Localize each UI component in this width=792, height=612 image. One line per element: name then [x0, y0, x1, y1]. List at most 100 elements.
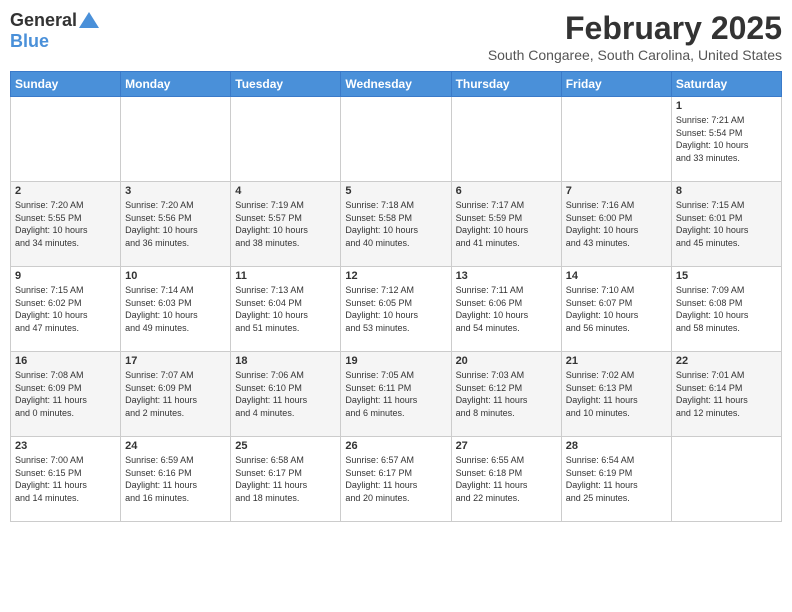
- day-info: Sunrise: 7:14 AM Sunset: 6:03 PM Dayligh…: [125, 284, 226, 334]
- calendar-cell: 8Sunrise: 7:15 AM Sunset: 6:01 PM Daylig…: [671, 182, 781, 267]
- calendar-cell: 19Sunrise: 7:05 AM Sunset: 6:11 PM Dayli…: [341, 352, 451, 437]
- calendar-week-4: 16 Sunrise: 7:08 AM Sunset: 6:09 PM Dayli…: [11, 352, 782, 437]
- calendar-cell: 2 Sunrise: 7:20 AM Sunset: 5:55 PM Daylig…: [11, 182, 121, 267]
- day-info: Sunrise: 7:13 AM Sunset: 6:04 PM Dayligh…: [235, 284, 336, 334]
- day-number: 15: [676, 270, 777, 282]
- day-number: 24: [125, 440, 226, 452]
- logo-general-text: General: [10, 10, 77, 31]
- day-info: Sunrise: 7:09 AM Sunset: 6:08 PM Dayligh…: [676, 284, 777, 334]
- logo-blue-text: Blue: [10, 31, 49, 52]
- day-info: Sunrise: 6:58 AM Sunset: 6:17 PM Dayligh…: [235, 454, 336, 504]
- day-number: 14: [566, 270, 667, 282]
- calendar-week-2: 2 Sunrise: 7:20 AM Sunset: 5:55 PM Daylig…: [11, 182, 782, 267]
- calendar-cell: 28 Sunrise: 6:54 AM Sunset: 6:19 PM Dayli…: [561, 437, 671, 522]
- calendar-cell: 15 Sunrise: 7:09 AM Sunset: 6:08 PM Dayli…: [671, 267, 781, 352]
- day-number: 27: [456, 440, 557, 452]
- day-number: 7: [566, 185, 667, 197]
- calendar-cell: 26 Sunrise: 6:57 AM Sunset: 6:17 PM Dayli…: [341, 437, 451, 522]
- day-number: 1: [676, 100, 777, 112]
- day-number: 6: [456, 185, 557, 197]
- calendar-cell: 23 Sunrise: 7:00 AM Sunset: 6:15 PM Dayli…: [11, 437, 121, 522]
- day-number: 2: [15, 185, 116, 197]
- calendar-cell: [671, 437, 781, 522]
- day-info: Sunrise: 6:54 AM Sunset: 6:19 PM Dayligh…: [566, 454, 667, 504]
- weekday-header-tuesday: Tuesday: [231, 72, 341, 97]
- calendar-cell: [561, 97, 671, 182]
- day-number: 26: [345, 440, 446, 452]
- day-number: 9: [15, 270, 116, 282]
- day-number: 25: [235, 440, 336, 452]
- day-info: Sunrise: 7:01 AM Sunset: 6:14 PM Dayligh…: [676, 369, 777, 419]
- day-info: Sunrise: 6:57 AM Sunset: 6:17 PM Dayligh…: [345, 454, 446, 504]
- calendar-cell: [451, 97, 561, 182]
- day-number: 12: [345, 270, 446, 282]
- weekday-header-wednesday: Wednesday: [341, 72, 451, 97]
- calendar-cell: 27 Sunrise: 6:55 AM Sunset: 6:18 PM Dayli…: [451, 437, 561, 522]
- day-info: Sunrise: 7:12 AM Sunset: 6:05 PM Dayligh…: [345, 284, 446, 334]
- calendar-cell: 10Sunrise: 7:14 AM Sunset: 6:03 PM Dayli…: [121, 267, 231, 352]
- calendar-cell: [231, 97, 341, 182]
- location-title: South Congaree, South Carolina, United S…: [488, 47, 782, 63]
- day-number: 16: [15, 355, 116, 367]
- calendar-cell: 17Sunrise: 7:07 AM Sunset: 6:09 PM Dayli…: [121, 352, 231, 437]
- day-number: 3: [125, 185, 226, 197]
- calendar-cell: 7 Sunrise: 7:16 AM Sunset: 6:00 PM Daylig…: [561, 182, 671, 267]
- calendar-week-1: 1 Sunrise: 7:21 AM Sunset: 5:54 PM Daylig…: [11, 97, 782, 182]
- day-number: 8: [676, 185, 777, 197]
- calendar-cell: 22 Sunrise: 7:01 AM Sunset: 6:14 PM Dayli…: [671, 352, 781, 437]
- day-info: Sunrise: 7:11 AM Sunset: 6:06 PM Dayligh…: [456, 284, 557, 334]
- day-number: 22: [676, 355, 777, 367]
- calendar-week-5: 23 Sunrise: 7:00 AM Sunset: 6:15 PM Dayli…: [11, 437, 782, 522]
- day-info: Sunrise: 7:21 AM Sunset: 5:54 PM Dayligh…: [676, 114, 777, 164]
- logo-triangle-icon: [79, 12, 99, 28]
- calendar-cell: 4 Sunrise: 7:19 AM Sunset: 5:57 PM Daylig…: [231, 182, 341, 267]
- day-number: 5: [345, 185, 446, 197]
- day-info: Sunrise: 7:18 AM Sunset: 5:58 PM Dayligh…: [345, 199, 446, 249]
- day-number: 21: [566, 355, 667, 367]
- day-number: 13: [456, 270, 557, 282]
- day-number: 23: [15, 440, 116, 452]
- page-header: General Blue February 2025 South Congare…: [10, 10, 782, 63]
- calendar-cell: [11, 97, 121, 182]
- calendar-cell: 25 Sunrise: 6:58 AM Sunset: 6:17 PM Dayli…: [231, 437, 341, 522]
- logo: General Blue: [10, 10, 99, 52]
- weekday-header-row: SundayMondayTuesdayWednesdayThursdayFrid…: [11, 72, 782, 97]
- day-info: Sunrise: 7:20 AM Sunset: 5:56 PM Dayligh…: [125, 199, 226, 249]
- calendar-cell: 5 Sunrise: 7:18 AM Sunset: 5:58 PM Daylig…: [341, 182, 451, 267]
- calendar-cell: [121, 97, 231, 182]
- calendar-cell: [341, 97, 451, 182]
- weekday-header-thursday: Thursday: [451, 72, 561, 97]
- calendar-cell: 24 Sunrise: 6:59 AM Sunset: 6:16 PM Dayli…: [121, 437, 231, 522]
- day-number: 17: [125, 355, 226, 367]
- weekday-header-sunday: Sunday: [11, 72, 121, 97]
- calendar-cell: 11 Sunrise: 7:13 AM Sunset: 6:04 PM Dayli…: [231, 267, 341, 352]
- day-info: Sunrise: 7:16 AM Sunset: 6:00 PM Dayligh…: [566, 199, 667, 249]
- day-number: 28: [566, 440, 667, 452]
- day-info: Sunrise: 7:20 AM Sunset: 5:55 PM Dayligh…: [15, 199, 116, 249]
- day-number: 20: [456, 355, 557, 367]
- day-number: 4: [235, 185, 336, 197]
- day-info: Sunrise: 7:08 AM Sunset: 6:09 PM Dayligh…: [15, 369, 116, 419]
- calendar-cell: 12 Sunrise: 7:12 AM Sunset: 6:05 PM Dayli…: [341, 267, 451, 352]
- calendar-cell: 1 Sunrise: 7:21 AM Sunset: 5:54 PM Daylig…: [671, 97, 781, 182]
- calendar-cell: 14 Sunrise: 7:10 AM Sunset: 6:07 PM Dayli…: [561, 267, 671, 352]
- day-info: Sunrise: 6:59 AM Sunset: 6:16 PM Dayligh…: [125, 454, 226, 504]
- title-section: February 2025 South Congaree, South Caro…: [488, 10, 782, 63]
- day-number: 11: [235, 270, 336, 282]
- calendar-cell: 18Sunrise: 7:06 AM Sunset: 6:10 PM Dayli…: [231, 352, 341, 437]
- calendar-cell: 20Sunrise: 7:03 AM Sunset: 6:12 PM Dayli…: [451, 352, 561, 437]
- day-info: Sunrise: 7:10 AM Sunset: 6:07 PM Dayligh…: [566, 284, 667, 334]
- month-title: February 2025: [488, 10, 782, 47]
- day-number: 18: [235, 355, 336, 367]
- day-info: Sunrise: 7:19 AM Sunset: 5:57 PM Dayligh…: [235, 199, 336, 249]
- day-info: Sunrise: 7:05 AM Sunset: 6:11 PM Dayligh…: [345, 369, 446, 419]
- calendar-cell: 6 Sunrise: 7:17 AM Sunset: 5:59 PM Daylig…: [451, 182, 561, 267]
- weekday-header-friday: Friday: [561, 72, 671, 97]
- weekday-header-saturday: Saturday: [671, 72, 781, 97]
- day-info: Sunrise: 7:00 AM Sunset: 6:15 PM Dayligh…: [15, 454, 116, 504]
- day-info: Sunrise: 7:15 AM Sunset: 6:02 PM Dayligh…: [15, 284, 116, 334]
- day-info: Sunrise: 7:17 AM Sunset: 5:59 PM Dayligh…: [456, 199, 557, 249]
- day-info: Sunrise: 6:55 AM Sunset: 6:18 PM Dayligh…: [456, 454, 557, 504]
- weekday-header-monday: Monday: [121, 72, 231, 97]
- calendar-cell: 13 Sunrise: 7:11 AM Sunset: 6:06 PM Dayli…: [451, 267, 561, 352]
